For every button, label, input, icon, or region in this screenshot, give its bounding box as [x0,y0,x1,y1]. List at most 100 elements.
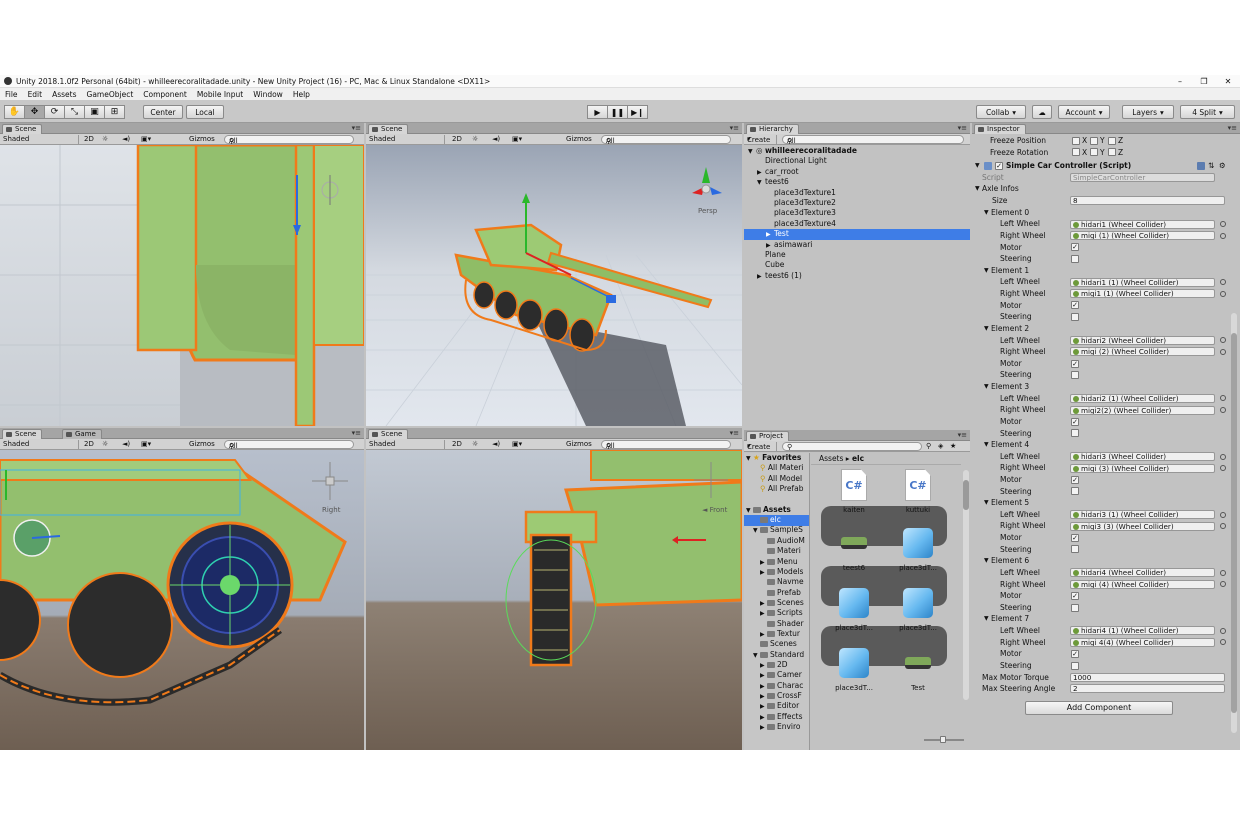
freeze-position-y-checkbox[interactable] [1090,136,1098,145]
menu-edit[interactable]: Edit [23,90,48,99]
freeze-rotation-y-checkbox[interactable] [1090,148,1098,157]
maximize-icon[interactable]: ❐ [1192,75,1216,88]
steering-checkbox[interactable] [1071,371,1079,380]
filter-label-icon[interactable]: ◈ [938,442,943,451]
hierarchy-item[interactable]: place3dTexture2 [744,198,970,209]
shading-dropdown[interactable]: Shaded [369,135,445,144]
motor-checkbox[interactable]: ✓ [1071,591,1079,600]
steering-checkbox[interactable] [1071,487,1079,496]
object-picker-icon[interactable] [1220,453,1226,460]
project-scrollbar[interactable] [963,470,969,700]
asset-size-slider[interactable] [924,736,964,743]
account-dropdown[interactable]: Account ▾ [1058,105,1110,119]
foldout-arrow-icon[interactable]: ▼ [984,439,989,451]
layout-dropdown[interactable]: 4 Split ▾ [1180,105,1235,119]
freeze-rotation-x-checkbox[interactable] [1072,148,1080,157]
scene-viewport-left-ortho[interactable] [0,145,364,426]
2d-toggle[interactable]: 2D [84,135,94,144]
hierarchy-item[interactable]: place3dTexture1 [744,188,970,199]
menu-mobile-input[interactable]: Mobile Input [192,90,248,99]
hierarchy-item[interactable]: ▶ teest6 (1) [744,271,970,282]
breadcrumb-elc[interactable]: elc [852,454,864,463]
effects-icon[interactable]: ▣▾ [512,135,522,144]
asset-item[interactable]: place3dT... [829,584,879,632]
scene-viewport-front[interactable]: ◄ Front [366,450,742,750]
foldout-arrow-icon[interactable]: ▼ [984,207,989,219]
project-tree-item[interactable]: Scenes [744,639,809,650]
object-picker-icon[interactable] [1220,221,1226,228]
hierarchy-search[interactable]: ⚲ All [782,135,964,145]
pane-menu-icon[interactable]: ▾≡ [730,429,739,437]
asset-item[interactable]: C# kaiten [829,466,879,514]
project-tree-item[interactable]: ▶ Textur [744,629,809,640]
tab-hierarchy[interactable]: Hierarchy [746,124,799,134]
project-tree-item[interactable]: ⚲ All Materi [744,463,809,474]
motor-checkbox[interactable]: ✓ [1071,533,1079,542]
left-wheel-field[interactable]: hidari1 (1) (Wheel Collider) [1070,277,1215,287]
step-icon[interactable]: ▶❙ [627,105,648,119]
freeze-position-z-checkbox[interactable] [1108,136,1116,145]
steering-checkbox[interactable] [1071,429,1079,438]
left-wheel-field[interactable]: hidari3 (1) (Wheel Collider) [1070,510,1215,520]
menu-assets[interactable]: Assets [47,90,81,99]
project-search[interactable]: ⚲ [782,442,922,451]
foldout-arrow-icon[interactable]: ▼ [984,381,989,393]
hierarchy-item[interactable]: place3dTexture3 [744,208,970,219]
transform-tool-icon[interactable]: ⊞ [104,105,125,119]
pause-icon[interactable]: ❚❚ [607,105,628,119]
shading-dropdown[interactable]: Shaded [3,440,79,449]
motor-checkbox[interactable]: ✓ [1071,417,1079,426]
breadcrumb-assets[interactable]: Assets [819,454,843,463]
gizmos-dropdown[interactable]: Gizmos [189,135,215,144]
object-picker-icon[interactable] [1220,407,1226,414]
foldout-arrow-icon[interactable]: ▼ [975,183,980,195]
hierarchy-item[interactable]: ▶ Test [744,229,970,240]
right-wheel-field[interactable]: migi (2) (Wheel Collider) [1070,347,1215,357]
right-wheel-field[interactable]: migi2(2) (Wheel Collider) [1070,405,1215,415]
lighting-icon[interactable]: ☼ [102,135,108,144]
project-tree-item[interactable]: ▶ Models [744,567,809,578]
steering-checkbox[interactable] [1071,545,1079,554]
motor-checkbox[interactable]: ✓ [1071,243,1079,252]
tab-project[interactable]: Project [746,431,789,441]
close-icon[interactable]: ✕ [1216,75,1240,88]
hierarchy-item[interactable]: ▶ car_rroot [744,167,970,178]
project-tree-item[interactable]: ▶ Effects [744,712,809,723]
effects-icon[interactable]: ▣▾ [141,135,151,144]
gizmos-dropdown[interactable]: Gizmos [566,440,592,449]
project-tree-item[interactable]: ⚲ All Prefab [744,484,809,495]
lighting-icon[interactable]: ☼ [472,440,478,449]
move-tool-icon[interactable]: ✥ [24,105,45,119]
scene-viewport-perspective[interactable]: Persp [366,145,742,426]
scene-search[interactable]: ⚲ All [601,440,731,450]
play-icon[interactable]: ▶ [587,105,608,119]
asset-item[interactable]: teest6 [829,524,879,572]
right-wheel-field[interactable]: migi (1) (Wheel Collider) [1070,231,1215,241]
right-wheel-field[interactable]: migi (4) (Wheel Collider) [1070,579,1215,589]
project-tree-item[interactable]: ▶ 2D [744,660,809,671]
object-picker-icon[interactable] [1220,639,1226,646]
minimize-icon[interactable]: – [1168,75,1192,88]
project-create-dropdown[interactable]: Create ▾ [747,442,777,451]
motor-checkbox[interactable]: ✓ [1071,359,1079,368]
motor-checkbox[interactable]: ✓ [1071,475,1079,484]
2d-toggle[interactable]: 2D [452,440,462,449]
scale-tool-icon[interactable]: ⤡ [64,105,85,119]
help-icon[interactable] [1197,162,1205,171]
rect-tool-icon[interactable]: ▣ [84,105,105,119]
max-motor-torque-field[interactable]: 1000 [1070,672,1225,682]
expand-arrow-icon[interactable]: ▶ [760,723,767,734]
tab-scene[interactable]: Scene [2,124,43,134]
lighting-icon[interactable]: ☼ [472,135,478,144]
object-picker-icon[interactable] [1220,511,1226,518]
object-picker-icon[interactable] [1220,627,1226,634]
left-wheel-field[interactable]: hidari4 (1) (Wheel Collider) [1070,626,1215,636]
project-tree-item[interactable]: ▼ Assets [744,505,809,516]
asset-item[interactable]: place3dT... [893,524,943,572]
asset-item[interactable]: place3dT... [829,644,879,692]
menu-gameobject[interactable]: GameObject [82,90,139,99]
tab-scene[interactable]: Scene [368,124,409,134]
project-tree-item[interactable]: ▶ Enviro [744,722,809,733]
max-steering-angle-field[interactable]: 2 [1070,684,1225,694]
project-tree-item[interactable]: ▶ CrossF [744,691,809,702]
